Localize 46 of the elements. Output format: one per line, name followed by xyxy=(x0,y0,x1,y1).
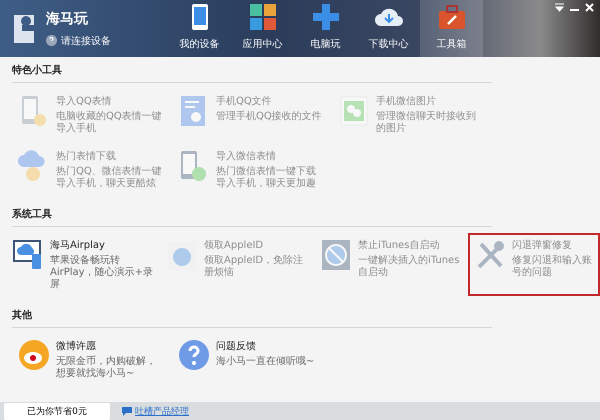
savings-label: 已为你节省0元 xyxy=(4,402,110,420)
tool-description: 热门QQ、微信表情一键导入手机，聊天更酷炫 xyxy=(56,166,163,190)
tool-description: 苹果设备畅玩转AirPlay，随心演示+录屏 xyxy=(50,255,154,291)
connect-status: 请连接设备 xyxy=(61,34,111,48)
tool-title: 闪退弹窗修复 xyxy=(512,238,573,252)
tool-description: 领取AppleID，免除注册烦恼 xyxy=(204,255,304,279)
tool-description: 海小马一直在倾听哦~ xyxy=(216,356,316,368)
tool-title: 手机QQ文件 xyxy=(216,94,273,108)
tool-title: 领取AppleID xyxy=(204,239,264,252)
question-icon xyxy=(178,339,210,373)
tool-title: 手机微信图片 xyxy=(376,94,437,108)
tool-title: 禁止iTunes自启动 xyxy=(358,238,440,252)
tool-item[interactable]: 问题反馈 海小马一直在倾听哦~ xyxy=(172,334,332,385)
tool-item[interactable]: 海马Airplay 苹果设备畅玩转AirPlay，随心演示+录屏 xyxy=(6,233,160,296)
close-icon[interactable] xyxy=(585,3,594,12)
section-title: 特色小工具 xyxy=(12,57,492,83)
tool-description: 热门微信表情一键下载导入手机，聊天更加趣 xyxy=(216,166,317,190)
nav-tab[interactable]: 应用中心 xyxy=(231,0,294,57)
tool-description: 无限金币，内购破解，想要就找海小马~ xyxy=(56,356,157,380)
app-name: 海马玩 xyxy=(46,10,89,28)
toolbox-icon xyxy=(436,2,466,32)
tool-title: 微博许愿 xyxy=(56,340,97,353)
tool-description: 一键解决插入的iTunes自启动 xyxy=(358,255,460,279)
monitor-cloud-icon xyxy=(12,238,44,272)
nav-tab[interactable]: 下载中心 xyxy=(357,0,420,57)
tool-description: 电脑收藏的QQ表情一键导入手机 xyxy=(56,111,163,135)
app-grid-icon xyxy=(248,2,278,32)
photo-icon xyxy=(338,94,370,128)
nav-tab[interactable]: 工具箱 xyxy=(420,0,483,57)
feedback-link[interactable]: 吐槽产品经理 xyxy=(135,404,189,418)
tool-description: 管理手机QQ接收的文件 xyxy=(216,111,323,123)
tool-title: 问题反馈 xyxy=(216,340,257,353)
chat-bubble-icon xyxy=(122,406,132,416)
nav-tab[interactable]: 我的设备 xyxy=(168,0,231,57)
nav-tab[interactable]: 电脑玩 xyxy=(294,0,357,57)
section-title: 系统工具 xyxy=(12,201,492,227)
tool-title: 热门表情下载 xyxy=(56,150,117,163)
tool-description: 管理微信聊天时接收到的图片 xyxy=(376,111,477,135)
section-title: 其他 xyxy=(12,302,492,328)
tool-description: 修复闪退和输入账号的问题 xyxy=(512,255,593,279)
question-icon xyxy=(46,35,57,46)
tool-title: 导入QQ表情 xyxy=(56,94,113,108)
dropdown-menu-icon[interactable] xyxy=(555,3,564,12)
tool-item[interactable]: 微博许愿 无限金币，内购破解，想要就找海小马~ xyxy=(12,334,172,385)
tool-title: 海马Airplay xyxy=(50,239,106,252)
tool-title: 导入微信表情 xyxy=(216,150,277,163)
